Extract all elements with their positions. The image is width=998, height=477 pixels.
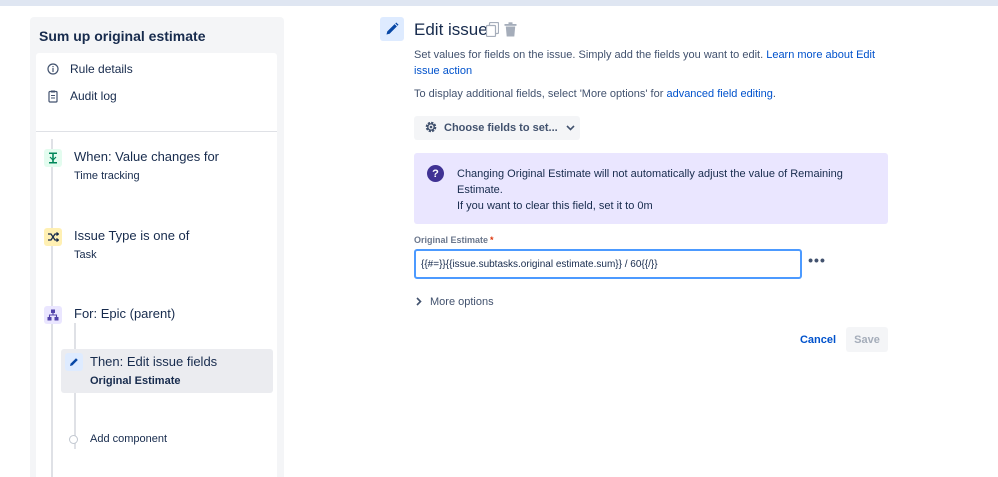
cancel-button[interactable]: Cancel: [795, 328, 841, 352]
description: Set values for fields on the issue. Simp…: [414, 47, 889, 79]
condition-title: Issue Type is one of: [74, 228, 190, 243]
action-step-selected[interactable]: Then: Edit issue fields Original Estimat…: [61, 349, 273, 393]
more-options-label: More options: [430, 296, 494, 308]
info-message: ? Changing Original Estimate will not au…: [414, 153, 888, 224]
rule-details-link[interactable]: Rule details: [46, 59, 133, 79]
info-line-1: Changing Original Estimate will not auto…: [457, 168, 843, 196]
top-bar: [0, 0, 998, 6]
original-estimate-label: Original Estimate *: [414, 235, 494, 245]
original-estimate-input[interactable]: [414, 249, 802, 279]
copy-icon[interactable]: [485, 21, 500, 38]
question-icon: ?: [427, 165, 444, 182]
page-title: Edit issue: [414, 20, 488, 39]
chevron-right-icon: [416, 296, 422, 308]
trigger-subtitle: Time tracking: [74, 170, 140, 182]
add-component-label: Add component: [90, 433, 168, 445]
condition-icon: [44, 228, 62, 246]
action-title: Then: Edit issue fields: [90, 354, 218, 369]
clipboard-icon: [46, 89, 60, 103]
audit-log-label: Audit log: [70, 89, 117, 103]
rule-sidebar: Sum up original estimate Rule details Au…: [30, 17, 284, 477]
pencil-icon: [65, 353, 83, 371]
info-line-2: If you want to clear this field, set it …: [457, 200, 653, 212]
add-component-button[interactable]: Add component: [69, 433, 167, 445]
add-component-dot: [69, 434, 78, 444]
chevron-down-icon: [566, 123, 575, 133]
info-message-text: Changing Original Estimate will not auto…: [457, 166, 877, 214]
trigger-icon: [44, 149, 62, 167]
choose-fields-label: Choose fields to set...: [444, 122, 558, 134]
description-text: Set values for fields on the issue. Simp…: [414, 49, 764, 61]
required-asterisk: *: [490, 235, 494, 245]
divider: [36, 131, 277, 132]
additional-fields-text: To display additional fields, select 'Mo…: [414, 88, 664, 100]
branch-title: For: Epic (parent): [74, 306, 176, 321]
pencil-icon: [380, 17, 404, 41]
original-estimate-label-text: Original Estimate: [414, 235, 489, 245]
info-icon: [46, 62, 60, 76]
advanced-field-editing-link[interactable]: advanced field editing: [666, 88, 772, 100]
audit-log-link[interactable]: Audit log: [46, 86, 117, 106]
trash-icon[interactable]: [504, 22, 518, 38]
additional-fields-end: .: [772, 88, 776, 100]
action-subtitle: Original Estimate: [90, 375, 181, 387]
rule-panel: Rule details Audit log When: Value chang…: [36, 53, 277, 477]
save-button[interactable]: Save: [846, 327, 888, 352]
rule-details-label: Rule details: [70, 62, 133, 76]
more-actions-icon[interactable]: •••: [807, 252, 827, 272]
gear-icon: [424, 120, 438, 137]
condition-subtitle: Task: [74, 249, 97, 261]
more-options-toggle[interactable]: More options: [414, 296, 494, 308]
choose-fields-dropdown[interactable]: Choose fields to set...: [414, 116, 580, 140]
trigger-title: When: Value changes for: [74, 149, 220, 164]
additional-fields-note: To display additional fields, select 'Mo…: [414, 88, 776, 100]
branch-icon: [44, 306, 62, 324]
rule-title: Sum up original estimate: [39, 28, 206, 44]
